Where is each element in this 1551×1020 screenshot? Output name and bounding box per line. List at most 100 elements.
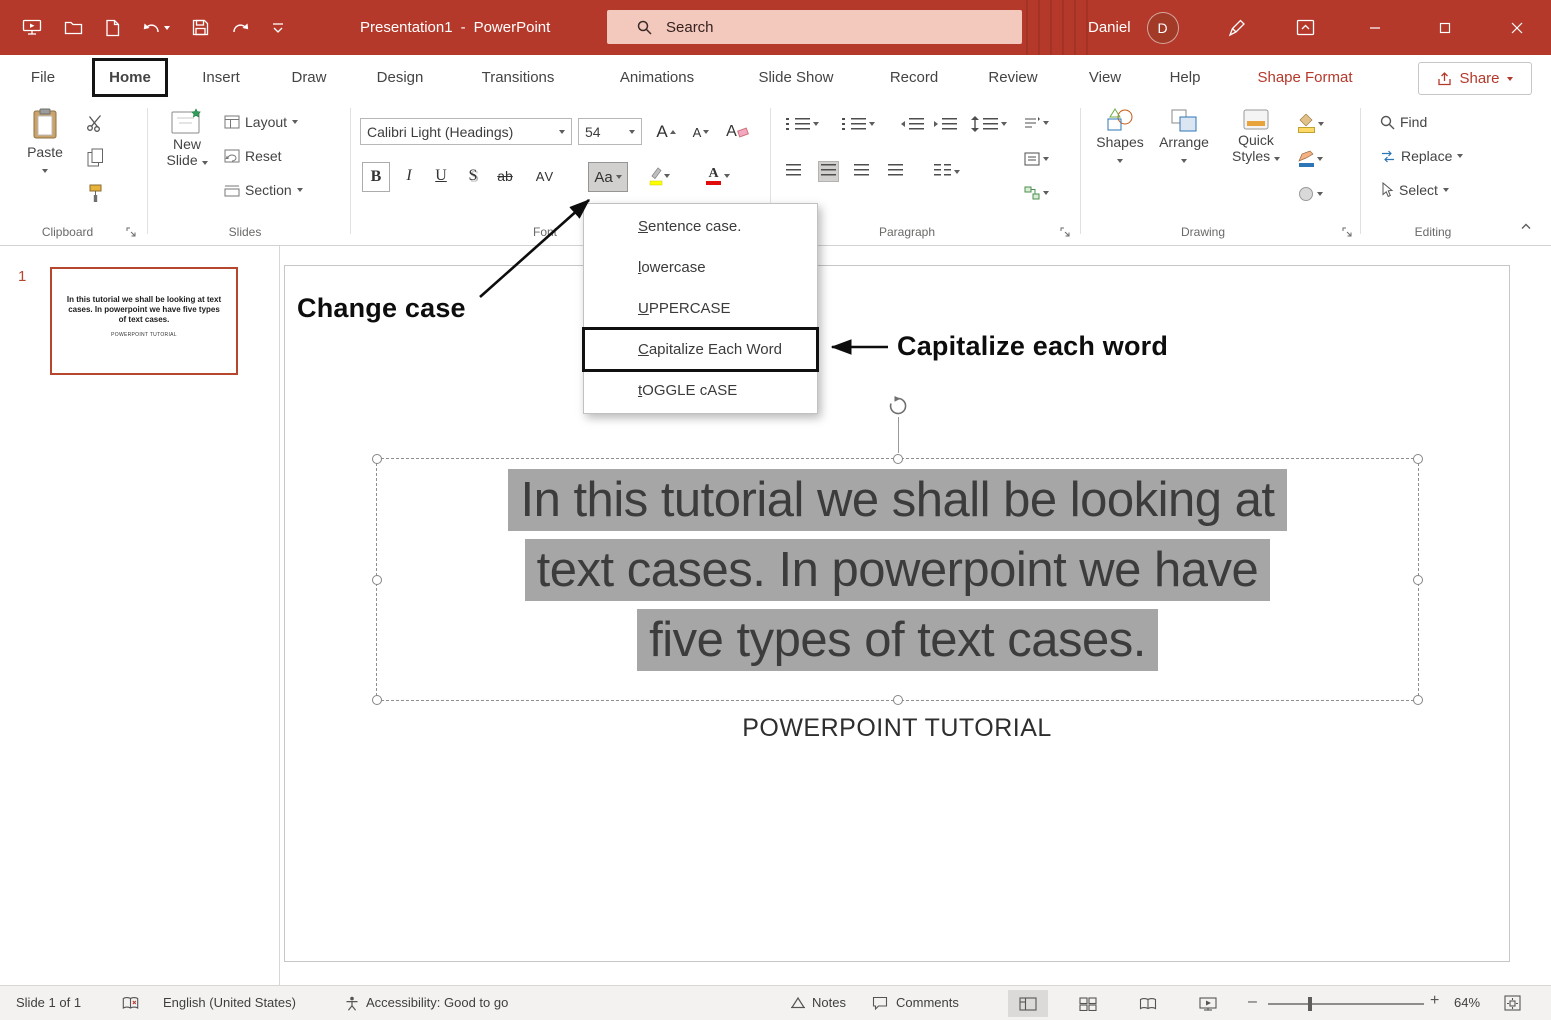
drawing-dialog-launcher-icon[interactable] xyxy=(1342,227,1353,238)
zoom-percentage[interactable]: 64% xyxy=(1454,995,1480,1010)
customize-toolbar-icon[interactable] xyxy=(272,22,284,34)
selection-handle[interactable] xyxy=(892,695,903,705)
tab-transitions[interactable]: Transitions xyxy=(468,55,568,100)
align-center-button[interactable] xyxy=(818,161,839,182)
reset-button[interactable]: Reset xyxy=(224,148,282,164)
open-file-icon[interactable] xyxy=(64,20,83,35)
highlight-color-button[interactable] xyxy=(642,162,676,190)
select-button[interactable]: Select xyxy=(1380,182,1449,198)
replace-button[interactable]: Replace xyxy=(1380,148,1464,164)
font-size-combo[interactable]: 54 xyxy=(578,118,642,145)
align-text-button[interactable] xyxy=(1024,152,1049,166)
line-spacing-button[interactable] xyxy=(970,116,1007,132)
comments-button[interactable]: Comments xyxy=(896,995,959,1010)
font-family-combo[interactable]: Calibri Light (Headings) xyxy=(360,118,572,145)
proofing-icon[interactable] xyxy=(122,996,139,1011)
normal-view-button[interactable] xyxy=(1008,990,1048,1017)
paste-button[interactable]: Paste xyxy=(16,108,74,176)
tab-animations[interactable]: Animations xyxy=(602,55,712,100)
close-button[interactable] xyxy=(1492,0,1542,55)
selection-handle[interactable] xyxy=(1413,695,1423,705)
quick-styles-button[interactable]: Quick Styles xyxy=(1226,108,1286,164)
layout-button[interactable]: Layout xyxy=(224,114,299,130)
slide-body-text[interactable]: In this tutorial we shall be looking at … xyxy=(377,469,1418,679)
redo-icon[interactable] xyxy=(231,20,250,36)
columns-button[interactable] xyxy=(934,164,960,179)
collapse-ribbon-icon[interactable] xyxy=(1520,222,1532,230)
increase-font-size-button[interactable]: A xyxy=(650,118,682,146)
text-direction-button[interactable] xyxy=(1024,116,1049,130)
zoom-slider-thumb[interactable] xyxy=(1308,997,1312,1011)
italic-button[interactable]: I xyxy=(396,162,422,190)
menu-item-toggle-case[interactable]: tOGGLE cASE xyxy=(584,370,817,411)
menu-item-uppercase[interactable]: UPPERCASE xyxy=(584,288,817,329)
accessibility-status[interactable]: Accessibility: Good to go xyxy=(366,995,508,1010)
decrease-font-size-button[interactable]: A xyxy=(686,118,716,146)
save-icon[interactable] xyxy=(192,19,209,36)
tab-help[interactable]: Help xyxy=(1158,55,1212,100)
selection-handle[interactable] xyxy=(892,454,903,464)
clipboard-dialog-launcher-icon[interactable] xyxy=(126,227,137,238)
selection-handle[interactable] xyxy=(372,695,382,705)
selection-handle[interactable] xyxy=(1413,454,1423,464)
zoom-in-button[interactable]: + xyxy=(1430,992,1439,1010)
copy-icon[interactable] xyxy=(87,148,104,167)
decrease-indent-button[interactable] xyxy=(900,118,924,130)
maximize-button[interactable] xyxy=(1420,0,1470,55)
selection-handle[interactable] xyxy=(1413,574,1423,585)
zoom-out-button[interactable]: – xyxy=(1248,993,1257,1011)
tab-file[interactable]: File xyxy=(18,55,68,100)
pen-icon[interactable] xyxy=(1228,19,1246,37)
numbering-button[interactable] xyxy=(842,118,875,130)
section-button[interactable]: Section xyxy=(224,182,303,198)
bullets-button[interactable] xyxy=(786,118,819,130)
arrange-button[interactable]: Arrange xyxy=(1155,108,1213,166)
cut-icon[interactable] xyxy=(86,114,104,132)
search-bar[interactable]: Search xyxy=(607,10,1022,44)
tab-draw[interactable]: Draw xyxy=(278,55,340,100)
align-left-button[interactable] xyxy=(786,164,801,179)
slideshow-view-button[interactable] xyxy=(1188,990,1228,1017)
language-status[interactable]: English (United States) xyxy=(163,995,296,1010)
shapes-button[interactable]: Shapes xyxy=(1093,108,1147,166)
tab-home[interactable]: Home xyxy=(92,58,168,97)
bold-button[interactable]: B xyxy=(362,162,390,192)
undo-icon[interactable] xyxy=(142,20,170,36)
tab-design[interactable]: Design xyxy=(364,55,436,100)
font-color-button[interactable]: A xyxy=(700,162,736,190)
format-painter-icon[interactable] xyxy=(87,184,104,203)
new-document-icon[interactable] xyxy=(105,19,120,37)
menu-item-capitalize-each-word[interactable]: Capitalize Each Word xyxy=(582,327,819,372)
tab-view[interactable]: View xyxy=(1078,55,1132,100)
slide[interactable]: In this tutorial we shall be looking at … xyxy=(284,265,1510,962)
text-box-selection[interactable]: In this tutorial we shall be looking at … xyxy=(372,396,1423,705)
clear-formatting-button[interactable]: A xyxy=(722,118,752,146)
justify-button[interactable] xyxy=(888,164,903,179)
character-spacing-button[interactable]: AV xyxy=(528,162,562,190)
avatar[interactable]: D xyxy=(1146,11,1179,44)
tab-review[interactable]: Review xyxy=(978,55,1048,100)
find-button[interactable]: Find xyxy=(1380,114,1427,130)
user-name[interactable]: Daniel xyxy=(1088,19,1131,36)
undo-dropdown-chevron-icon[interactable] xyxy=(164,25,170,30)
rotate-handle-icon[interactable] xyxy=(887,395,909,417)
tab-record[interactable]: Record xyxy=(880,55,948,100)
start-slideshow-icon[interactable] xyxy=(22,19,42,36)
underline-button[interactable]: U xyxy=(428,162,454,190)
paragraph-dialog-launcher-icon[interactable] xyxy=(1060,227,1071,238)
slide-subtitle-text[interactable]: POWERPOINT TUTORIAL xyxy=(285,714,1509,743)
share-button[interactable]: Share xyxy=(1418,62,1532,95)
shape-outline-button[interactable] xyxy=(1298,150,1323,167)
shape-fill-button[interactable] xyxy=(1298,114,1324,133)
change-case-button[interactable]: Aa xyxy=(588,162,628,192)
selection-handle[interactable] xyxy=(372,454,382,464)
increase-indent-button[interactable] xyxy=(933,118,957,130)
notes-button[interactable]: Notes xyxy=(812,995,846,1010)
slide-thumbnail[interactable]: In this tutorial we shall be looking at … xyxy=(50,267,238,375)
strikethrough-button[interactable]: ab xyxy=(492,162,518,190)
tab-shape-format[interactable]: Shape Format xyxy=(1240,55,1370,100)
reading-view-button[interactable] xyxy=(1128,990,1168,1017)
align-right-button[interactable] xyxy=(854,164,869,179)
menu-item-sentence-case[interactable]: Sentence case. xyxy=(584,206,817,247)
new-slide-button[interactable]: New Slide xyxy=(158,108,216,168)
